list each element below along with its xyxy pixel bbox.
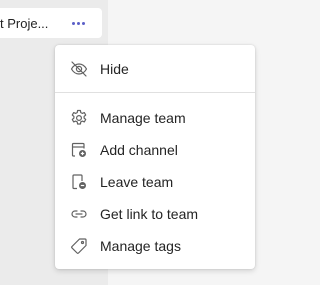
- more-options-button[interactable]: [66, 12, 90, 34]
- more-dot: [76, 21, 80, 25]
- menu-item-manage-team[interactable]: Manage team: [55, 102, 255, 134]
- menu-item-hide[interactable]: Hide: [55, 53, 255, 85]
- menu-item-label: Manage team: [100, 110, 186, 126]
- menu-item-leave-team[interactable]: Leave team: [55, 166, 255, 198]
- team-name: t Proje...: [0, 16, 49, 31]
- leave-team-icon: [69, 172, 89, 192]
- menu-item-label: Hide: [100, 61, 129, 77]
- menu-item-manage-tags[interactable]: Manage tags: [55, 230, 255, 262]
- menu-item-label: Manage tags: [100, 238, 181, 254]
- gear-icon: [69, 108, 89, 128]
- more-dot: [81, 21, 85, 25]
- more-horizontal-icon: [71, 21, 75, 25]
- add-channel-icon: [69, 140, 89, 160]
- menu-item-add-channel[interactable]: Add channel: [55, 134, 255, 166]
- eye-off-icon: [69, 59, 89, 79]
- menu-divider: [55, 92, 255, 93]
- menu-item-get-link[interactable]: Get link to team: [55, 198, 255, 230]
- link-icon: [69, 204, 89, 224]
- menu-item-label: Add channel: [100, 142, 178, 158]
- team-context-menu: Hide Manage team Add channel Leave team …: [55, 45, 255, 269]
- menu-item-label: Get link to team: [100, 206, 199, 222]
- menu-item-label: Leave team: [100, 174, 174, 190]
- team-list-item[interactable]: t Proje...: [0, 8, 102, 38]
- tag-icon: [69, 236, 89, 256]
